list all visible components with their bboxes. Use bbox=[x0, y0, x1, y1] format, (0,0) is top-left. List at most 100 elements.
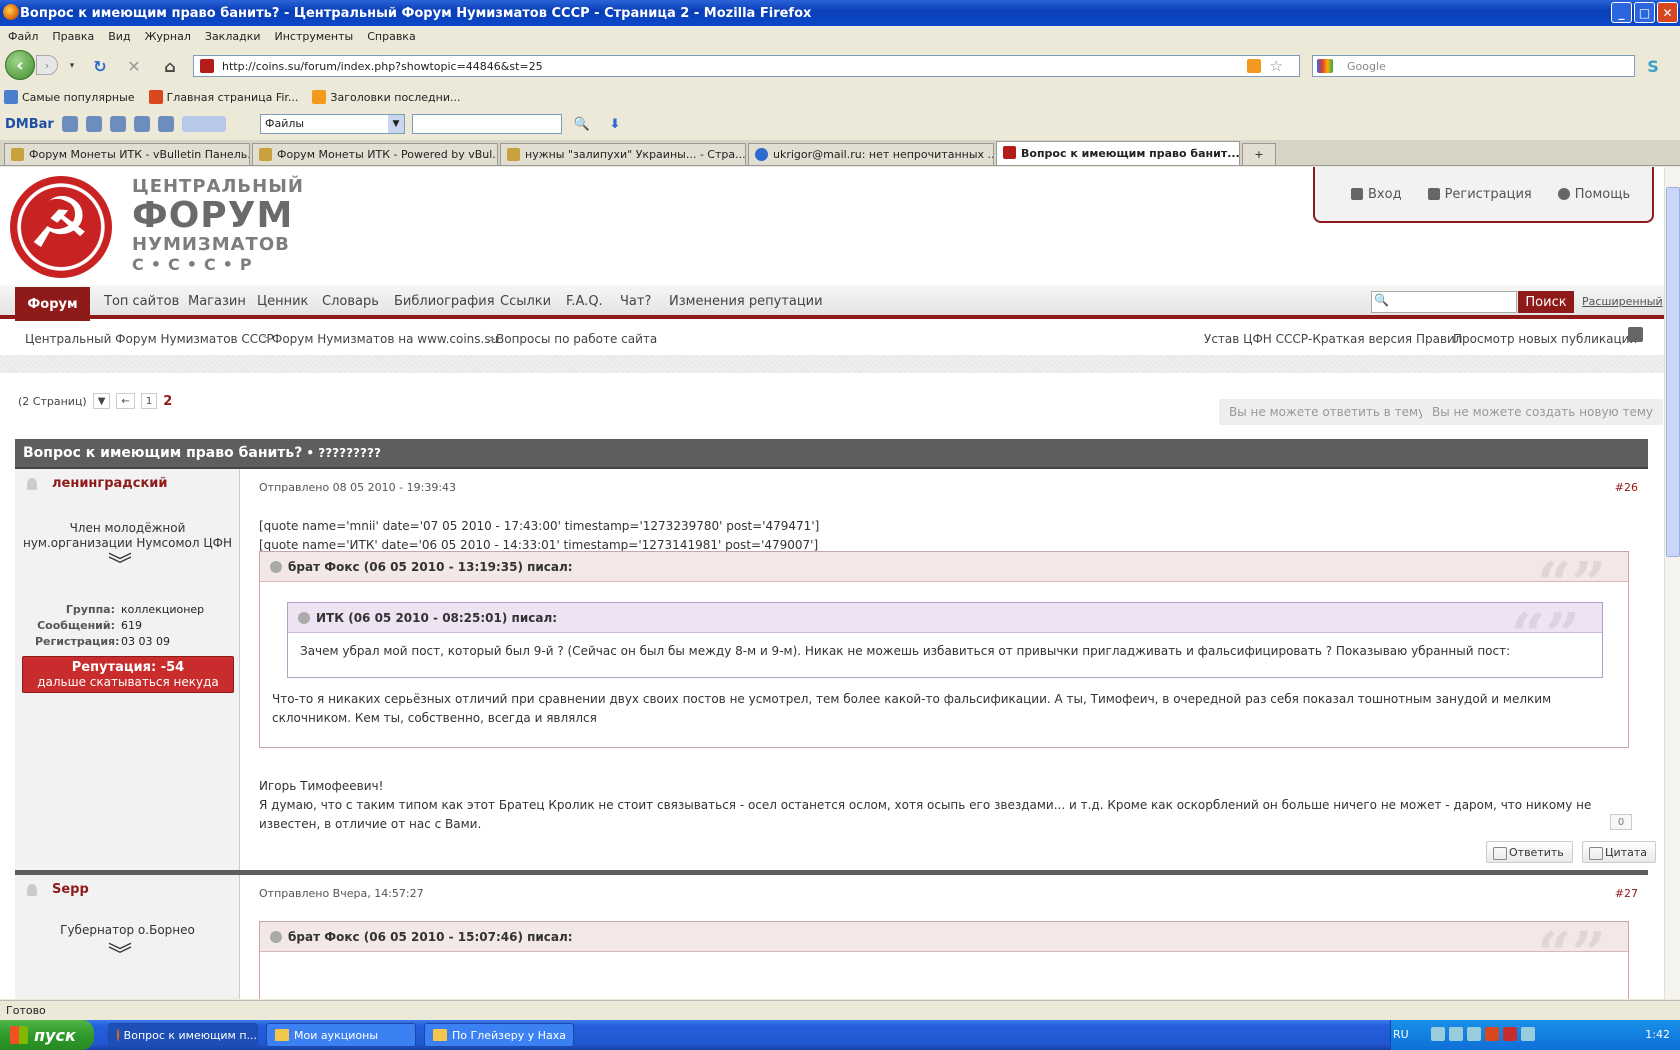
nav-bibliography[interactable]: Библиография bbox=[394, 294, 495, 309]
taskbar-folder-auctions[interactable]: Мои аукционы bbox=[266, 1023, 416, 1047]
web-search-input[interactable]: Google bbox=[1312, 55, 1635, 77]
nav-forum[interactable]: Форум bbox=[15, 287, 90, 321]
close-window-button[interactable]: ✕ bbox=[1657, 2, 1678, 23]
tab-ukraine-topic[interactable]: нужны "залипухи" Украины... - Стра...✕ bbox=[500, 143, 746, 165]
nav-shop[interactable]: Магазин bbox=[188, 294, 246, 309]
menu-file[interactable]: Файл bbox=[8, 30, 38, 43]
taskbar-folder-glazer[interactable]: По Глейзеру у Наха bbox=[424, 1023, 574, 1047]
cannot-create-topic-button[interactable]: Вы не можете создать новую тему bbox=[1422, 399, 1663, 425]
dmbar-copy-icon[interactable] bbox=[109, 116, 126, 132]
dmbar-add-icon[interactable] bbox=[85, 116, 102, 132]
tray-app-icon[interactable] bbox=[1467, 1027, 1481, 1041]
post-number-link[interactable]: #27 bbox=[1615, 887, 1638, 900]
rss-feed-icon[interactable] bbox=[1247, 59, 1261, 73]
forward-button[interactable]: › bbox=[36, 55, 58, 75]
tray-speaker-icon[interactable] bbox=[1521, 1027, 1535, 1041]
google-icon[interactable] bbox=[1317, 59, 1333, 73]
menu-bookmarks[interactable]: Закладки bbox=[205, 30, 261, 43]
ussr-forum-logo[interactable] bbox=[10, 176, 112, 278]
rss-icon[interactable] bbox=[1628, 327, 1643, 342]
page-scrollbar[interactable] bbox=[1664, 167, 1680, 999]
forum-title-line-3: НУМИЗМАТОВ bbox=[132, 234, 290, 255]
menu-history[interactable]: Журнал bbox=[145, 30, 191, 43]
nav-chat[interactable]: Чат? bbox=[620, 294, 651, 309]
history-dropdown-icon[interactable]: ▾ bbox=[62, 56, 82, 76]
dmbar-hand-icon[interactable] bbox=[181, 116, 226, 132]
dmbar-download-icon[interactable]: ⬇ bbox=[605, 114, 625, 134]
breadcrumb-forum[interactable]: Форум Нумизматов на www.coins.su bbox=[272, 332, 498, 346]
nav-reputation-changes[interactable]: Изменения репутации bbox=[669, 294, 823, 309]
nav-prices[interactable]: Ценник bbox=[257, 294, 308, 309]
address-bar[interactable]: http://coins.su/forum/index.php?showtopi… bbox=[193, 55, 1300, 77]
post-greeting: Игорь Тимофеевич! bbox=[259, 779, 384, 793]
menu-help[interactable]: Справка bbox=[367, 30, 415, 43]
new-posts-link[interactable]: Просмотр новых публикаций bbox=[1453, 332, 1637, 346]
skype-icon[interactable]: S bbox=[1643, 56, 1663, 76]
rules-link[interactable]: Устав ЦФН СССР-Краткая версия Правил bbox=[1204, 332, 1462, 346]
stop-icon[interactable]: ✕ bbox=[124, 56, 144, 76]
page-1-link[interactable]: 1 bbox=[140, 393, 158, 409]
tray-flag-icon[interactable] bbox=[1503, 1027, 1517, 1041]
post-rating-counter[interactable]: 0 bbox=[1610, 814, 1632, 830]
dmbar-search-icon[interactable]: 🔍 bbox=[572, 114, 592, 134]
tab-favicon-icon bbox=[1003, 146, 1016, 159]
register-link[interactable]: Регистрация bbox=[1427, 187, 1532, 202]
prev-page-button[interactable]: ← bbox=[116, 393, 135, 409]
reload-icon[interactable]: ↻ bbox=[90, 56, 110, 76]
cannot-reply-button[interactable]: Вы не можете ответить в тему bbox=[1219, 399, 1436, 425]
tab-mail[interactable]: ukrigor@mail.ru: нет непрочитанных ...✕ bbox=[748, 143, 994, 165]
reply-button[interactable]: Ответить bbox=[1486, 841, 1573, 863]
current-page: 2 bbox=[163, 393, 173, 409]
nav-faq[interactable]: F.A.Q. bbox=[566, 294, 603, 309]
maximize-button[interactable]: □ bbox=[1634, 2, 1655, 23]
tray-volume-icon[interactable] bbox=[1449, 1027, 1463, 1041]
tray-antivirus-icon[interactable] bbox=[1485, 1027, 1499, 1041]
breadcrumb-home[interactable]: Центральный Форум Нумизматов СССР bbox=[25, 332, 274, 346]
forum-title[interactable]: ЦЕНТРАЛЬНЫЙ ФОРУМ НУМИЗМАТОВ С•С•С•Р bbox=[132, 177, 304, 275]
nav-dictionary[interactable]: Словарь bbox=[322, 294, 379, 309]
bookmark-firefox-home[interactable]: Главная страница Fir... bbox=[148, 90, 298, 104]
address-url: http://coins.su/forum/index.php?showtopi… bbox=[222, 59, 543, 73]
window-titlebar: Вопрос к имеющим право банить? - Централ… bbox=[0, 0, 1680, 26]
bookmark-most-visited[interactable]: Самые популярные bbox=[4, 90, 135, 104]
site-search-input[interactable] bbox=[1371, 291, 1517, 313]
login-link[interactable]: Вход bbox=[1351, 187, 1402, 202]
breadcrumb-section[interactable]: Вопросы по работе сайта bbox=[496, 332, 657, 346]
post-27: Sepp Губернатор о.Борнео ︾ Отправлено Вч… bbox=[15, 875, 1648, 999]
taskbar-firefox-window[interactable]: Вопрос к имеющим п... bbox=[108, 1023, 258, 1047]
new-tab-button[interactable]: + bbox=[1242, 143, 1276, 165]
dmbar-web-icon[interactable] bbox=[133, 116, 150, 132]
tab-itk-forum[interactable]: Форум Монеты ИТК - Powered by vBul...✕ bbox=[252, 143, 498, 165]
dmbar-tree-icon[interactable] bbox=[157, 116, 174, 132]
back-button[interactable]: ‹ bbox=[5, 50, 35, 80]
language-indicator[interactable]: RU bbox=[1393, 1028, 1409, 1041]
nav-top-sites[interactable]: Топ сайтов bbox=[104, 294, 179, 309]
quote-button[interactable]: Цитата bbox=[1582, 841, 1656, 863]
dmbar-tool-icon[interactable] bbox=[61, 116, 78, 132]
pages-dropdown-icon[interactable]: ▼ bbox=[92, 393, 111, 409]
dmbar-search-input[interactable] bbox=[412, 114, 562, 134]
bookmark-star-icon[interactable]: ☆ bbox=[1270, 57, 1283, 75]
tab-itk-vbulletin-panel[interactable]: Форум Монеты ИТК - vBulletin Панель...✕ bbox=[4, 143, 250, 165]
home-icon[interactable]: ⌂ bbox=[160, 56, 180, 76]
start-button[interactable]: пуск bbox=[0, 1020, 94, 1050]
post-author-name[interactable]: Sepp bbox=[52, 882, 89, 897]
post-number-link[interactable]: #26 bbox=[1615, 481, 1638, 494]
minimize-button[interactable]: _ bbox=[1611, 2, 1632, 23]
advanced-search-link[interactable]: Расширенный bbox=[1582, 295, 1663, 308]
dmbar-category-select[interactable]: Файлы ▼ bbox=[260, 114, 405, 134]
help-link[interactable]: Помощь bbox=[1557, 187, 1630, 202]
tab-current-topic[interactable]: Вопрос к имеющим право банит...✕ bbox=[996, 141, 1240, 165]
scrollbar-thumb[interactable] bbox=[1666, 187, 1680, 557]
post-author-name[interactable]: ленинградский bbox=[52, 476, 168, 491]
clock[interactable]: 1:42 bbox=[1645, 1028, 1670, 1041]
dmbar-logo[interactable]: DMBar bbox=[5, 117, 54, 132]
menu-view[interactable]: Вид bbox=[108, 30, 130, 43]
menu-edit[interactable]: Правка bbox=[52, 30, 94, 43]
tray-network-icon[interactable] bbox=[1431, 1027, 1445, 1041]
bookmark-latest-headlines[interactable]: Заголовки последни... bbox=[312, 90, 460, 104]
site-search-button[interactable]: Поиск bbox=[1518, 291, 1574, 313]
post-date: Отправлено 08 05 2010 - 19:39:43 bbox=[259, 481, 457, 494]
nav-links[interactable]: Ссылки bbox=[500, 294, 551, 309]
menu-tools[interactable]: Инструменты bbox=[275, 30, 354, 43]
